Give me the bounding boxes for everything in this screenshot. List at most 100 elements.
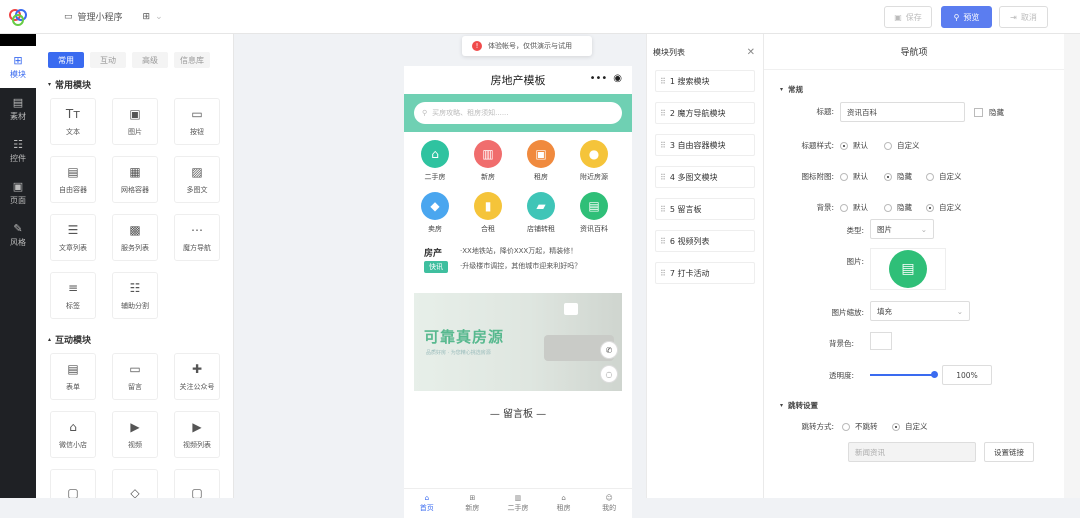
radio-bg-custom[interactable]: 自定义 — [926, 202, 962, 213]
module-list-item[interactable]: ⠿ 4 多图文模块 — [655, 166, 755, 188]
nav-icon-second-hand[interactable]: ⌂ 二手房 — [410, 140, 460, 182]
news-item[interactable]: ·升级楼市调控，其他城市迎来利好吗？ — [460, 261, 581, 271]
module-message[interactable]: ▭ 留言 — [112, 353, 158, 400]
tab-info-library[interactable]: 信息库 — [174, 52, 210, 68]
banner-image[interactable]: 可靠真房源 品质好房 · 为您精心挑选房源 ✆ ◌ — [414, 293, 622, 391]
drag-handle-icon[interactable]: ⠿ — [660, 173, 666, 182]
module-more-1[interactable]: ▢ — [50, 469, 96, 498]
radio-title-default[interactable]: 默认 — [840, 140, 868, 151]
tabbar-second-hand[interactable]: ▥ 二手房 — [495, 489, 541, 518]
module-tag[interactable]: ≡ 标签 — [50, 272, 96, 319]
module-video-list[interactable]: ▶ 视频列表 — [174, 411, 220, 458]
radio-no-jump[interactable]: 不跳转 — [842, 421, 878, 432]
section-general[interactable]: ▾ 常规 — [780, 84, 803, 95]
module-list-item[interactable]: ⠿ 2 魔方导航模块 — [655, 102, 755, 124]
type-select[interactable]: 图片 ⌄ — [870, 219, 934, 239]
nav-item-controls[interactable]: ☷ 控件 — [0, 130, 36, 172]
module-list-item[interactable]: ⠿ 7 打卡活动 — [655, 262, 755, 284]
drag-handle-icon[interactable]: ⠿ — [660, 237, 666, 246]
module-image[interactable]: ▣ 图片 — [112, 98, 158, 145]
nav-icon-sell[interactable]: ◆ 卖房 — [410, 192, 460, 234]
image-picker[interactable]: ▤ — [870, 248, 946, 290]
module-list-item[interactable]: ⠿ 1 搜索模块 — [655, 70, 755, 92]
module-cube-nav[interactable]: ⋯ 魔方导航 — [174, 214, 220, 261]
search-module[interactable]: ⚲ 买房攻略、租房须知...... — [404, 94, 632, 132]
module-button[interactable]: ▭ 按钮 — [174, 98, 220, 145]
nav-icon-news[interactable]: ▤ 资讯百科 — [569, 192, 619, 234]
radio-jump-custom[interactable]: 自定义 — [892, 421, 928, 432]
radio-icon-default[interactable]: 默认 — [840, 171, 868, 182]
nav-item-materials[interactable]: ▤ 素材 — [0, 88, 36, 130]
section-jump[interactable]: ▾ 跳转设置 — [780, 400, 818, 411]
module-follow-account[interactable]: ✚ 关注公众号 — [174, 353, 220, 400]
nav-item-style[interactable]: ✎ 风格 — [0, 214, 36, 256]
tab-common[interactable]: 常用 — [48, 52, 84, 68]
app-logo[interactable] — [0, 0, 36, 34]
news-ticker[interactable]: 房产 快讯 ·XX地铁站，降价XXX万起，精装修！ ·升级楼市调控，其他城市迎来利… — [404, 234, 632, 273]
save-button[interactable]: ▣ 保存 — [884, 6, 932, 28]
module-video[interactable]: ▶ 视频 — [112, 411, 158, 458]
bg-color-swatch[interactable] — [870, 332, 892, 350]
radio-bg-default[interactable]: 默认 — [840, 202, 868, 213]
phone-call-icon[interactable]: ✆ — [600, 341, 618, 359]
chat-icon[interactable]: ◌ — [600, 365, 618, 383]
search-input[interactable]: ⚲ 买房攻略、租房须知...... — [414, 102, 622, 124]
drag-handle-icon[interactable]: ⠿ — [660, 77, 666, 86]
module-article-list[interactable]: ☰ 文章列表 — [50, 214, 96, 261]
nav-icon-nearby[interactable]: ● 附近房源 — [569, 140, 619, 182]
close-icon[interactable]: ✕ — [747, 47, 755, 58]
opacity-slider-handle[interactable] — [931, 371, 938, 378]
module-multi-image-text[interactable]: ▨ 多图文 — [174, 156, 220, 203]
module-form[interactable]: ▤ 表单 — [50, 353, 96, 400]
set-link-button[interactable]: 设置链接 — [984, 442, 1034, 462]
doc-icon: ▢ — [67, 485, 79, 499]
jump-link-input[interactable]: 新闻资讯 — [848, 442, 976, 462]
nav-icon-shop-transfer[interactable]: ▰ 店铺转租 — [516, 192, 566, 234]
more-icon[interactable]: ••• — [590, 73, 608, 84]
module-list-item[interactable]: ⠿ 3 自由容器模块 — [655, 134, 755, 156]
nav-icon-share-rent[interactable]: ▮ 合租 — [463, 192, 513, 234]
tabbar-home[interactable]: ⌂ 首页 — [404, 489, 450, 518]
cancel-button[interactable]: ⇥ 取消 — [999, 6, 1048, 28]
module-more-3[interactable]: ▢ — [174, 469, 220, 498]
drag-handle-icon[interactable]: ⠿ — [660, 205, 666, 214]
opacity-slider-track[interactable] — [870, 371, 938, 378]
drag-handle-icon[interactable]: ⠿ — [660, 269, 666, 278]
tab-advanced[interactable]: 高级 — [132, 52, 168, 68]
radio-bg-hide[interactable]: 隐藏 — [884, 202, 912, 213]
tabbar-new-house[interactable]: ⊞ 新房 — [450, 489, 496, 518]
tab-interact[interactable]: 互动 — [90, 52, 126, 68]
nav-icon-new-house[interactable]: ▥ 新房 — [463, 140, 513, 182]
manage-miniprogram[interactable]: ▭ 管理小程序 — [64, 10, 123, 24]
radio-icon-hide[interactable]: 隐藏 — [884, 171, 912, 182]
nav-item-modules[interactable]: ⊞ 模块 — [0, 46, 36, 88]
module-service-list[interactable]: ▩ 服务列表 — [112, 214, 158, 261]
tabbar-mine[interactable]: ☺ 我的 — [586, 489, 632, 518]
title-input[interactable]: 资讯百科 — [840, 102, 965, 122]
page-scrollbar[interactable] — [1064, 34, 1080, 498]
radio-icon-custom[interactable]: 自定义 — [926, 171, 962, 182]
module-divider[interactable]: ☷ 辅助分割 — [112, 272, 158, 319]
module-list-item[interactable]: ⠿ 6 视频列表 — [655, 230, 755, 252]
module-wechat-shop[interactable]: ⌂ 微信小店 — [50, 411, 96, 458]
tabbar-rent[interactable]: ⌂ 租房 — [541, 489, 587, 518]
section-common[interactable]: ▾ 常用模块 — [36, 76, 233, 92]
section-interact[interactable]: ▴ 互动模块 — [36, 331, 233, 347]
news-item[interactable]: ·XX地铁站，降价XXX万起，精装修！ — [460, 246, 581, 256]
image-scale-select[interactable]: 填充 ⌄ — [870, 301, 970, 321]
opacity-input[interactable]: 100% — [942, 365, 992, 385]
target-icon[interactable]: ◉ — [613, 73, 622, 84]
module-free-container[interactable]: ▤ 自由容器 — [50, 156, 96, 203]
preview-button[interactable]: ⚲ 预览 — [941, 6, 992, 28]
drag-handle-icon[interactable]: ⠿ — [660, 109, 666, 118]
module-more-2[interactable]: ◇ — [112, 469, 158, 498]
drag-handle-icon[interactable]: ⠿ — [660, 141, 666, 150]
module-text[interactable]: Tт 文本 — [50, 98, 96, 145]
hide-title-checkbox[interactable]: 隐藏 — [974, 107, 1004, 118]
apps-switcher[interactable]: ⊞ ⌄ — [143, 12, 163, 22]
radio-title-custom[interactable]: 自定义 — [884, 140, 920, 151]
nav-icon-rent[interactable]: ▣ 租房 — [516, 140, 566, 182]
nav-item-pages[interactable]: ▣ 页面 — [0, 172, 36, 214]
module-list-item[interactable]: ⠿ 5 留言板 — [655, 198, 755, 220]
module-grid-container[interactable]: ▦ 网格容器 — [112, 156, 158, 203]
